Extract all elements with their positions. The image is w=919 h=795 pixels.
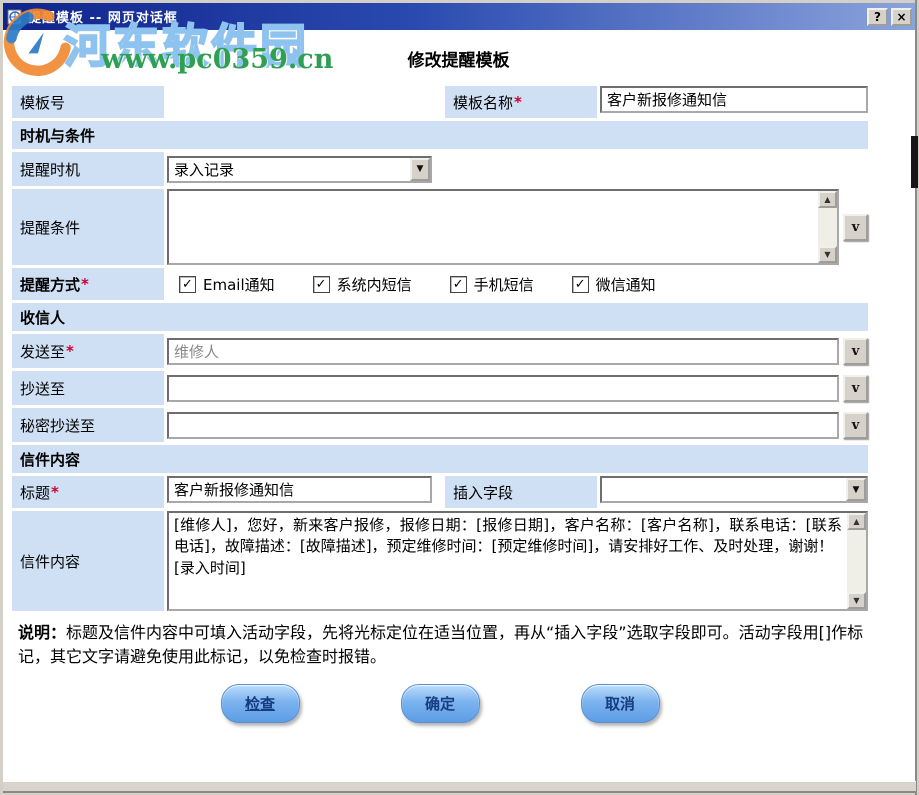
template-name-input[interactable]: 客户新报修通知信: [600, 86, 868, 113]
checkbox-checked-icon[interactable]: ✓: [179, 276, 196, 293]
send-to-label: 发送至*: [12, 334, 164, 368]
row-bcc-to: 秘密抄送至 v: [12, 408, 868, 442]
bcc-to-expand-button[interactable]: v: [843, 412, 868, 439]
checkbox-label: 微信通知: [596, 274, 656, 295]
checkbox-email-notify[interactable]: ✓ Email通知: [179, 274, 275, 295]
cc-to-input[interactable]: [167, 375, 839, 402]
checkbox-mobile-sms[interactable]: ✓ 手机短信: [450, 274, 534, 295]
scroll-down-icon[interactable]: ▼: [847, 592, 866, 609]
send-to-input[interactable]: 维修人: [167, 338, 839, 365]
remind-timing-value: 录入记录: [169, 158, 410, 181]
cc-to-expand-button[interactable]: v: [843, 375, 868, 402]
required-asterisk: *: [51, 483, 59, 501]
insert-field-label: 插入字段: [445, 476, 597, 508]
checkbox-label: 系统内短信: [337, 274, 412, 295]
bcc-to-label: 秘密抄送至: [12, 408, 164, 442]
insert-field-select[interactable]: ▼: [600, 476, 868, 503]
scrollbar[interactable]: ▲ ▼: [818, 191, 837, 263]
cc-to-label: 抄送至: [12, 371, 164, 405]
chevron-down-icon[interactable]: ▼: [410, 158, 430, 181]
dialog-right-border: [915, 0, 917, 795]
checkbox-checked-icon[interactable]: ✓: [450, 276, 467, 293]
row-subject: 标题* 客户新报修通知信 插入字段 ▼: [12, 476, 868, 508]
remind-method-label: 提醒方式*: [12, 268, 164, 300]
note-text: 说明：标题及信件内容中可填入活动字段，先将光标定位在适当位置，再从“插入字段”选…: [18, 621, 864, 669]
row-cc-to: 抄送至 v: [12, 371, 868, 405]
cancel-button[interactable]: 取消: [581, 684, 660, 723]
row-remind-condition: 提醒条件 ▲ ▼ v: [12, 189, 868, 265]
empty-area: [167, 86, 445, 118]
help-button[interactable]: ?: [867, 8, 888, 26]
section-timing-condition: 时机与条件: [12, 121, 868, 149]
required-asterisk: *: [66, 342, 74, 360]
letter-content-textarea[interactable]: [维修人]，您好，新来客户报修，报修日期：[报修日期]，客户名称：[客户名称]，…: [167, 511, 868, 611]
row-remind-method: 提醒方式* ✓ Email通知 ✓ 系统内短信 ✓ 手机短信 ✓ 微信通知: [12, 268, 868, 300]
row-template: 模板号 模板名称* 客户新报修通知信: [12, 86, 868, 118]
remind-condition-expand-button[interactable]: v: [843, 214, 868, 241]
dialog-icon: [7, 9, 23, 25]
remind-timing-label: 提醒时机: [12, 152, 164, 186]
checkbox-label: 手机短信: [474, 274, 534, 295]
chevron-down-icon[interactable]: ▼: [846, 478, 866, 501]
dialog-bottom-border: [3, 781, 916, 793]
dialog-content: 修改提醒模板 模板号 模板名称* 客户新报修通知信 时机与条件 提醒时机 录入记…: [3, 30, 914, 784]
scroll-down-icon[interactable]: ▼: [818, 246, 837, 263]
window-title: 提醒模板 -- 网页对话框: [28, 7, 864, 26]
section-recipients: 收信人: [12, 303, 868, 331]
required-asterisk: *: [81, 275, 89, 293]
subject-label: 标题*: [12, 476, 164, 508]
checkbox-checked-icon[interactable]: ✓: [572, 276, 589, 293]
checkbox-system-sms[interactable]: ✓ 系统内短信: [313, 274, 412, 295]
button-row: 检查 确定 取消: [12, 684, 868, 723]
scroll-up-icon[interactable]: ▲: [818, 191, 837, 208]
checkbox-label: Email通知: [203, 274, 275, 295]
screenshot-artifact: [911, 136, 918, 188]
close-button[interactable]: ×: [891, 8, 912, 26]
remind-condition-label: 提醒条件: [12, 189, 164, 265]
required-asterisk: *: [514, 93, 522, 111]
subject-input[interactable]: 客户新报修通知信: [167, 476, 432, 503]
check-button[interactable]: 检查: [221, 684, 300, 723]
remind-condition-textarea[interactable]: ▲ ▼: [167, 189, 839, 265]
scroll-up-icon[interactable]: ▲: [847, 513, 866, 530]
scrollbar[interactable]: ▲ ▼: [847, 513, 866, 609]
send-to-expand-button[interactable]: v: [843, 338, 868, 365]
remind-timing-select[interactable]: 录入记录 ▼: [167, 156, 432, 183]
row-send-to: 发送至* 维修人 v: [12, 334, 868, 368]
template-form: 模板号 模板名称* 客户新报修通知信 时机与条件 提醒时机 录入记录 ▼ 提醒条…: [12, 86, 868, 723]
row-letter-content: 信件内容 [维修人]，您好，新来客户报修，报修日期：[报修日期]，客户名称：[客…: [12, 511, 868, 611]
notify-options: ✓ Email通知 ✓ 系统内短信 ✓ 手机短信 ✓ 微信通知: [167, 268, 868, 300]
template-no-label: 模板号: [12, 86, 164, 118]
section-letter-content: 信件内容: [12, 445, 868, 473]
ok-button[interactable]: 确定: [401, 684, 480, 723]
letter-content-label: 信件内容: [12, 511, 164, 611]
row-remind-timing: 提醒时机 录入记录 ▼: [12, 152, 868, 186]
template-name-label: 模板名称*: [445, 86, 597, 118]
title-bar: 提醒模板 -- 网页对话框 ? ×: [3, 3, 916, 30]
checkbox-wechat-notify[interactable]: ✓ 微信通知: [572, 274, 656, 295]
form-title: 修改提醒模板: [3, 46, 914, 71]
bcc-to-input[interactable]: [167, 412, 839, 439]
insert-field-value: [602, 478, 846, 501]
checkbox-checked-icon[interactable]: ✓: [313, 276, 330, 293]
note-label: 说明：: [18, 623, 66, 642]
